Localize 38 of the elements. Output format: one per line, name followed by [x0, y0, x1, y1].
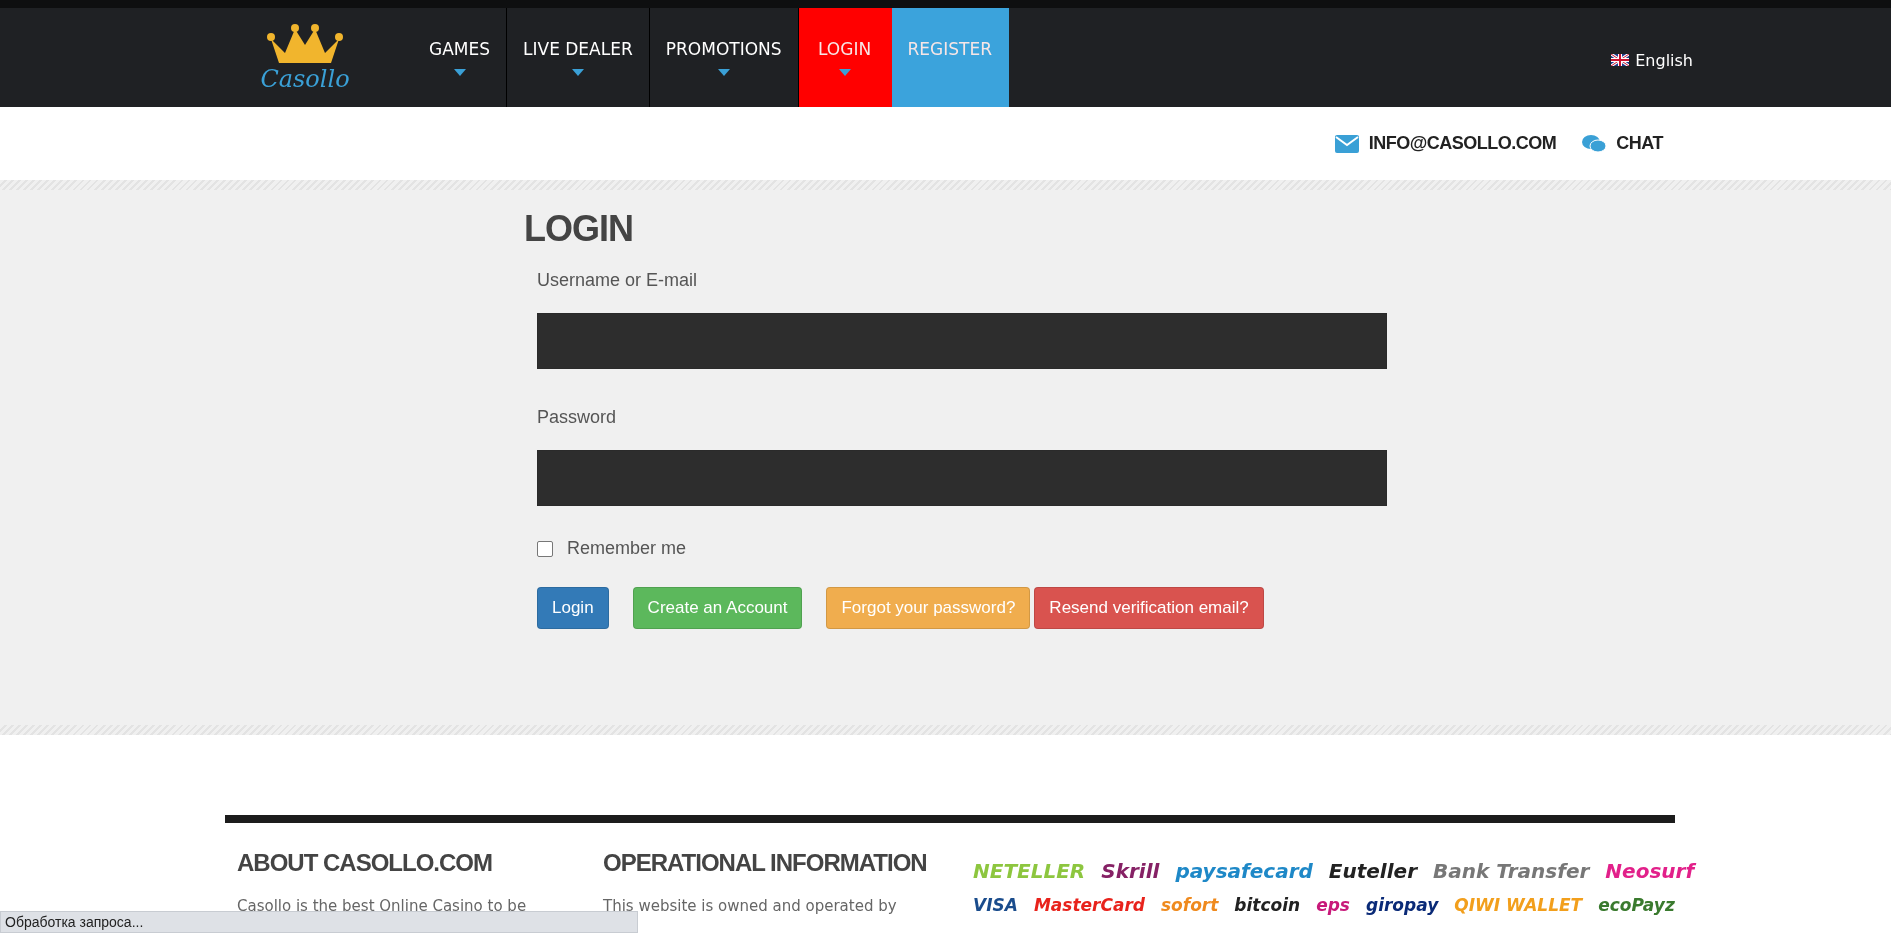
- payment-logo: bitcoin: [1234, 895, 1301, 915]
- payment-logo: VISA: [973, 895, 1018, 915]
- input-field[interactable]: [537, 450, 1387, 506]
- form-button[interactable]: Resend verification email?: [1034, 587, 1264, 629]
- nav-item[interactable]: PROMOTIONS: [649, 8, 799, 107]
- footer-heading: ABOUT CASOLLO.COM: [237, 849, 492, 877]
- page-title: LOGIN: [524, 208, 633, 250]
- email-link[interactable]: INFO@CASOLLO.COM: [1334, 133, 1557, 154]
- field-label: Username or E-mail: [537, 270, 698, 291]
- form-button[interactable]: Login: [537, 587, 609, 629]
- casino-logo[interactable]: Casollo: [255, 8, 355, 107]
- payment-logo: NETELLER: [973, 859, 1086, 883]
- payment-logo: Skrill: [1101, 859, 1160, 883]
- payment-logo: Euteller: [1328, 859, 1417, 883]
- payment-logo: paysafecard: [1175, 859, 1313, 883]
- footer-text: This website is owned and operated by: [603, 897, 897, 915]
- payment-logo: sofort: [1160, 895, 1219, 915]
- payment-logo: eps: [1316, 895, 1350, 915]
- field-label: Password: [537, 407, 617, 428]
- chat-icon: [1582, 133, 1607, 154]
- flag-icon: [1611, 54, 1630, 66]
- nav-item[interactable]: LOGIN: [798, 8, 892, 107]
- footer-heading: OPERATIONAL INFORMATION: [603, 849, 927, 877]
- payment-logo: MasterCard: [1033, 895, 1145, 915]
- footer-text: Casollo is the best Online Casino to be: [237, 897, 527, 915]
- nav-item[interactable]: LIVE DEALER: [507, 8, 650, 107]
- chat-link[interactable]: CHAT: [1582, 133, 1663, 154]
- language-link[interactable]: English: [1611, 50, 1693, 70]
- remember-checkbox[interactable]: Remember me: [537, 538, 687, 559]
- envelope-icon: [1334, 134, 1359, 153]
- payment-logo: Bank Transfer: [1433, 859, 1590, 883]
- payment-logo: Neosurf: [1605, 859, 1695, 883]
- nav-item[interactable]: GAMES: [413, 8, 507, 107]
- status-text: Обработка запроса...: [5, 914, 144, 930]
- input-field[interactable]: [537, 313, 1387, 369]
- payment-logo: ecoPayz: [1598, 895, 1675, 915]
- payment-logo: giropay: [1366, 895, 1439, 915]
- payment-logo: QIWI WALLET: [1454, 895, 1583, 915]
